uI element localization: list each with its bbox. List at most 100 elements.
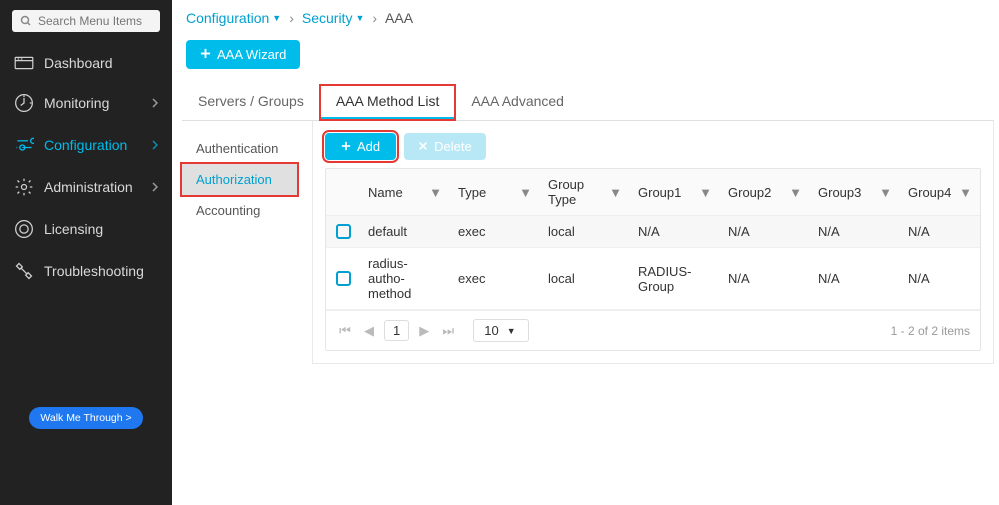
- table-row[interactable]: defaultexeclocalN/AN/AN/AN/A: [326, 216, 980, 248]
- subtabs: Authentication Authorization Accounting: [182, 121, 312, 364]
- panel: Add Delete Name▼ Type▼ Group Type▼: [312, 121, 994, 364]
- sidebar-item-label: Monitoring: [44, 95, 142, 111]
- caret-down-icon: ▼: [507, 326, 516, 336]
- main-content: Configuration▼ › Security▼ › AAA AAA Wiz…: [172, 0, 999, 505]
- administration-icon: [14, 177, 34, 197]
- monitoring-icon: [14, 93, 34, 113]
- filter-icon[interactable]: ▼: [429, 185, 442, 200]
- caret-down-icon: ▼: [355, 13, 364, 23]
- row-checkbox-cell: [326, 248, 360, 309]
- delete-button-label: Delete: [434, 139, 472, 154]
- header-group4[interactable]: Group4▼: [900, 169, 980, 215]
- data-grid: Name▼ Type▼ Group Type▼ Group1▼ Group2▼ …: [325, 168, 981, 351]
- cell-group3: N/A: [810, 216, 900, 247]
- breadcrumb-current: AAA: [385, 10, 413, 26]
- header-name[interactable]: Name▼: [360, 169, 450, 215]
- cell-group-type: local: [540, 216, 630, 247]
- breadcrumb-security[interactable]: Security▼: [302, 10, 365, 26]
- plus-icon: [341, 139, 351, 154]
- toolbar: Add Delete: [325, 133, 981, 160]
- row-checkbox[interactable]: [336, 224, 351, 239]
- pager-summary: 1 - 2 of 2 items: [891, 324, 970, 338]
- sidebar-item-label: Dashboard: [44, 55, 158, 71]
- pager-next[interactable]: ▶: [415, 322, 433, 340]
- chevron-right-icon: [152, 138, 158, 153]
- cell-type: exec: [450, 216, 540, 247]
- troubleshooting-icon: [14, 261, 34, 281]
- search-input[interactable]: [38, 14, 193, 28]
- cell-group1: RADIUS-Group: [630, 248, 720, 309]
- sidebar-item-label: Troubleshooting: [44, 263, 158, 279]
- table-row[interactable]: radius-autho-methodexeclocalRADIUS-Group…: [326, 248, 980, 310]
- cell-group3: N/A: [810, 248, 900, 309]
- breadcrumb-configuration[interactable]: Configuration▼: [186, 10, 281, 26]
- pager-size-select[interactable]: 10▼: [473, 319, 528, 342]
- tabs: Servers / Groups AAA Method List AAA Adv…: [182, 85, 994, 121]
- cell-group4: N/A: [900, 248, 980, 309]
- licensing-icon: [14, 219, 34, 239]
- sidebar-item-dashboard[interactable]: Dashboard: [0, 44, 172, 82]
- pager: ⏮ ◀ 1 ▶ ⏭ 10▼ 1 - 2 of 2 items: [326, 310, 980, 350]
- pager-page[interactable]: 1: [384, 320, 409, 341]
- sidebar-item-label: Configuration: [44, 137, 142, 153]
- chevron-right-icon: [152, 96, 158, 111]
- pager-last[interactable]: ⏭: [439, 322, 457, 340]
- header-group2[interactable]: Group2▼: [720, 169, 810, 215]
- filter-icon[interactable]: ▼: [609, 185, 622, 200]
- chevron-right-icon: [152, 180, 158, 195]
- header-group3[interactable]: Group3▼: [810, 169, 900, 215]
- cell-group2: N/A: [720, 248, 810, 309]
- subtab-authentication[interactable]: Authentication: [182, 133, 297, 164]
- breadcrumb-separator: ›: [372, 10, 377, 26]
- delete-button[interactable]: Delete: [404, 133, 486, 160]
- plus-icon: [200, 47, 211, 62]
- cell-group4: N/A: [900, 216, 980, 247]
- dashboard-icon: [14, 55, 34, 71]
- tab-aaa-method-list[interactable]: AAA Method List: [320, 85, 456, 120]
- breadcrumb-separator: ›: [289, 10, 294, 26]
- walk-me-through-button[interactable]: Walk Me Through >: [29, 407, 142, 429]
- pager-prev[interactable]: ◀: [360, 322, 378, 340]
- header-group1[interactable]: Group1▼: [630, 169, 720, 215]
- row-checkbox-cell: [326, 216, 360, 247]
- pager-first[interactable]: ⏮: [336, 322, 354, 340]
- configuration-icon: [14, 135, 34, 155]
- x-icon: [418, 139, 428, 154]
- breadcrumb: Configuration▼ › Security▼ › AAA: [182, 8, 994, 36]
- add-button[interactable]: Add: [325, 133, 396, 160]
- aaa-wizard-button[interactable]: AAA Wizard: [186, 40, 300, 69]
- tab-servers-groups[interactable]: Servers / Groups: [182, 85, 320, 120]
- sidebar-item-administration[interactable]: Administration: [0, 166, 172, 208]
- cell-name: radius-autho-method: [360, 248, 450, 309]
- filter-icon[interactable]: ▼: [789, 185, 802, 200]
- cell-name: default: [360, 216, 450, 247]
- sidebar-item-licensing[interactable]: Licensing: [0, 208, 172, 250]
- sidebar-item-monitoring[interactable]: Monitoring: [0, 82, 172, 124]
- filter-icon[interactable]: ▼: [879, 185, 892, 200]
- search-box[interactable]: [12, 10, 160, 32]
- header-group-type[interactable]: Group Type▼: [540, 169, 630, 215]
- header-type[interactable]: Type▼: [450, 169, 540, 215]
- grid-header: Name▼ Type▼ Group Type▼ Group1▼ Group2▼ …: [326, 169, 980, 216]
- cell-type: exec: [450, 248, 540, 309]
- cell-group2: N/A: [720, 216, 810, 247]
- filter-icon[interactable]: ▼: [959, 185, 972, 200]
- subtab-authorization[interactable]: Authorization: [182, 164, 297, 195]
- caret-down-icon: ▼: [272, 13, 281, 23]
- row-checkbox[interactable]: [336, 271, 351, 286]
- sidebar-item-troubleshooting[interactable]: Troubleshooting: [0, 250, 172, 292]
- sidebar-item-label: Licensing: [44, 221, 158, 237]
- sidebar: Dashboard Monitoring Configuration: [0, 0, 172, 505]
- cell-group-type: local: [540, 248, 630, 309]
- sidebar-item-label: Administration: [44, 179, 142, 195]
- filter-icon[interactable]: ▼: [699, 185, 712, 200]
- header-checkbox-col: [326, 169, 360, 215]
- wizard-button-label: AAA Wizard: [217, 47, 286, 62]
- tab-aaa-advanced[interactable]: AAA Advanced: [455, 85, 580, 120]
- subtab-accounting[interactable]: Accounting: [182, 195, 297, 226]
- filter-icon[interactable]: ▼: [519, 185, 532, 200]
- add-button-label: Add: [357, 139, 380, 154]
- sidebar-item-configuration[interactable]: Configuration: [0, 124, 172, 166]
- search-icon: [20, 15, 32, 27]
- cell-group1: N/A: [630, 216, 720, 247]
